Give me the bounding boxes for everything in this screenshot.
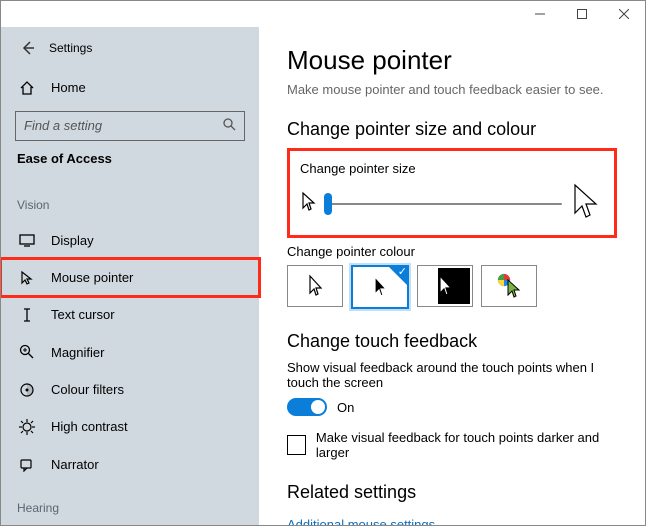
maximize-button[interactable] — [561, 1, 603, 27]
sidebar-item-high-contrast[interactable]: High contrast — [1, 408, 259, 445]
touch-darker-checkbox[interactable] — [287, 435, 306, 455]
sidebar-item-label: Narrator — [51, 457, 99, 472]
magnifier-icon — [17, 344, 37, 360]
sidebar-item-label: Mouse pointer — [51, 270, 133, 285]
pointer-size-slider[interactable] — [324, 194, 562, 214]
slider-thumb[interactable] — [324, 193, 332, 215]
touch-feedback-heading: Change touch feedback — [287, 331, 617, 352]
sidebar-item-mouse-pointer[interactable]: Mouse pointer — [1, 259, 259, 296]
minimize-button[interactable] — [519, 1, 561, 27]
sidebar-item-colour-filters[interactable]: Colour filters — [1, 371, 259, 408]
additional-mouse-settings-link[interactable]: Additional mouse settings — [287, 517, 435, 525]
pointer-size-section: Change pointer size — [287, 148, 617, 238]
page-intro: Make mouse pointer and touch feedback ea… — [287, 82, 617, 97]
sidebar-item-home[interactable]: Home — [1, 69, 259, 106]
sidebar-item-label: High contrast — [51, 419, 128, 434]
sidebar-item-text-cursor[interactable]: Text cursor — [1, 296, 259, 333]
pointer-colour-label: Change pointer colour — [287, 244, 617, 259]
pointer-size-label: Change pointer size — [300, 161, 600, 176]
colour-option-white[interactable] — [287, 265, 343, 307]
colour-filters-icon — [17, 382, 37, 398]
large-cursor-icon — [570, 182, 600, 225]
sidebar-item-narrator[interactable]: Narrator — [1, 446, 259, 483]
toggle-state: On — [337, 400, 354, 415]
check-icon: ✓ — [398, 265, 407, 278]
window-title: Settings — [49, 41, 92, 55]
narrator-icon — [17, 456, 37, 472]
home-icon — [17, 80, 37, 96]
colour-option-black[interactable]: ✓ — [351, 265, 409, 309]
size-colour-heading: Change pointer size and colour — [287, 119, 617, 140]
sidebar-item-label: Display — [51, 233, 94, 248]
sidebar-item-magnifier[interactable]: Magnifier — [1, 334, 259, 371]
group-vision: Vision — [1, 198, 259, 212]
sidebar-item-label: Text cursor — [51, 307, 115, 322]
colour-option-inverted[interactable] — [417, 265, 473, 307]
search-icon — [222, 117, 236, 134]
touch-darker-label: Make visual feedback for touch points da… — [316, 430, 617, 460]
touch-feedback-text: Show visual feedback around the touch po… — [287, 360, 617, 390]
related-settings-heading: Related settings — [287, 482, 617, 503]
search-input[interactable]: Find a setting — [15, 111, 245, 141]
text-cursor-icon — [17, 307, 37, 323]
section-title: Ease of Access — [1, 151, 259, 166]
back-button[interactable] — [17, 37, 39, 59]
search-placeholder: Find a setting — [24, 118, 102, 133]
touch-feedback-toggle[interactable] — [287, 398, 327, 416]
close-button[interactable] — [603, 1, 645, 27]
mouse-pointer-icon — [17, 270, 37, 286]
home-label: Home — [51, 80, 86, 95]
display-icon — [17, 232, 37, 248]
small-cursor-icon — [300, 191, 316, 216]
sidebar-item-label: Colour filters — [51, 382, 124, 397]
high-contrast-icon — [17, 419, 37, 435]
colour-option-custom[interactable] — [481, 265, 537, 307]
sidebar-item-display[interactable]: Display — [1, 222, 259, 259]
group-hearing: Hearing — [1, 501, 259, 515]
sidebar-item-label: Magnifier — [51, 345, 104, 360]
page-title: Mouse pointer — [287, 45, 617, 76]
